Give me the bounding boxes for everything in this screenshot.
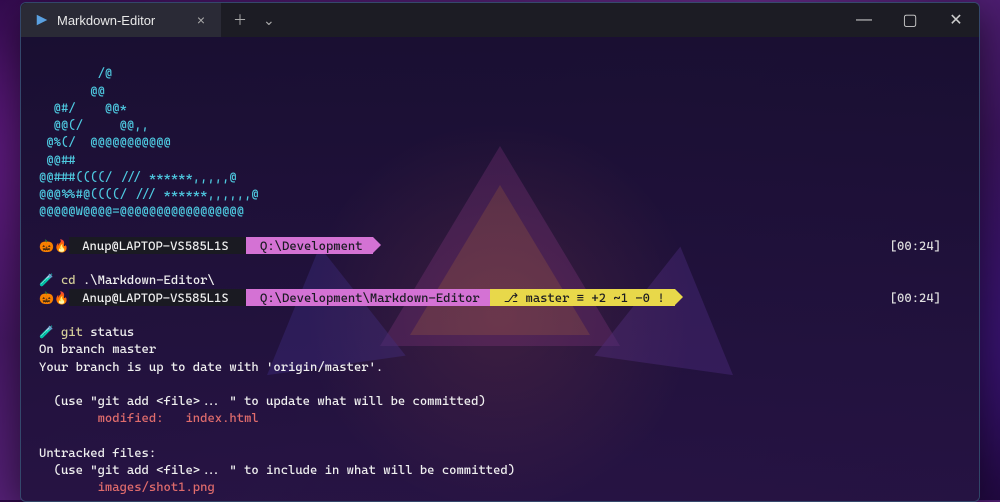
out-untracked-header: Untracked files: bbox=[39, 445, 156, 460]
prompt-line-1: 🎃🔥 Anup@LAPTOP-VS585L1S Q:\Development [0… bbox=[39, 237, 961, 254]
out-hint-add2: (use "git add <file>... " to include in … bbox=[39, 462, 515, 477]
window-controls: — ▢ ✕ bbox=[841, 3, 979, 37]
tab-markdown-editor[interactable]: Markdown-Editor × bbox=[21, 3, 221, 37]
titlebar: Markdown-Editor × ＋ ⌄ — ▢ ✕ bbox=[21, 3, 979, 37]
cmd-cd: 🧪 cd .\Markdown-Editor\ bbox=[39, 272, 215, 287]
maximize-button[interactable]: ▢ bbox=[887, 3, 933, 37]
prompt-host: Anup@LAPTOP-VS585L1S bbox=[69, 237, 246, 254]
prompt-path: Q:\Development\Markdown-Editor bbox=[246, 289, 490, 306]
new-tab-icon[interactable]: ＋ bbox=[229, 6, 251, 34]
terminal-window: Markdown-Editor × ＋ ⌄ — ▢ ✕ /@ @@ @#/ @@… bbox=[20, 2, 980, 502]
tab-title: Markdown-Editor bbox=[57, 13, 155, 28]
ascii-art: /@ @@ @#/ @@* @@(/ @@,, @%(/ @@@@@@@@@@@… bbox=[39, 65, 259, 218]
close-tab-icon[interactable]: × bbox=[191, 12, 211, 28]
tab-dropdown-icon[interactable]: ⌄ bbox=[259, 8, 279, 33]
prompt-path: Q:\Development bbox=[246, 237, 373, 254]
prompt-emoji: 🎃🔥 bbox=[39, 291, 69, 305]
prompt-line-2: 🎃🔥 Anup@LAPTOP-VS585L1S Q:\Development\M… bbox=[39, 289, 961, 306]
out-modified: modified: index.html bbox=[39, 410, 259, 425]
prompt-emoji: 🎃🔥 bbox=[39, 239, 69, 253]
minimize-button[interactable]: — bbox=[841, 3, 887, 37]
close-button[interactable]: ✕ bbox=[933, 3, 979, 37]
prompt-time: [00:24] bbox=[890, 289, 941, 306]
out-uptodate: Your branch is up to date with 'origin/m… bbox=[39, 359, 383, 374]
terminal-output[interactable]: /@ @@ @#/ @@* @@(/ @@,, @%(/ @@@@@@@@@@@… bbox=[21, 37, 979, 501]
prompt-host: Anup@LAPTOP-VS585L1S bbox=[69, 289, 246, 306]
cmd-git-status-1: 🧪 git status bbox=[39, 324, 134, 339]
out-hint-add: (use "git add <file>... " to update what… bbox=[39, 393, 486, 408]
prompt-time: [00:24] bbox=[890, 237, 941, 254]
out-untracked-file: images/shot1.png bbox=[39, 479, 215, 494]
terminal-tab-icon bbox=[35, 13, 49, 27]
out-branch: On branch master bbox=[39, 341, 156, 356]
tab-actions: ＋ ⌄ bbox=[221, 3, 287, 37]
prompt-git-status: ⎇ master ≡ +2 ~1 -0 ! bbox=[490, 289, 675, 306]
